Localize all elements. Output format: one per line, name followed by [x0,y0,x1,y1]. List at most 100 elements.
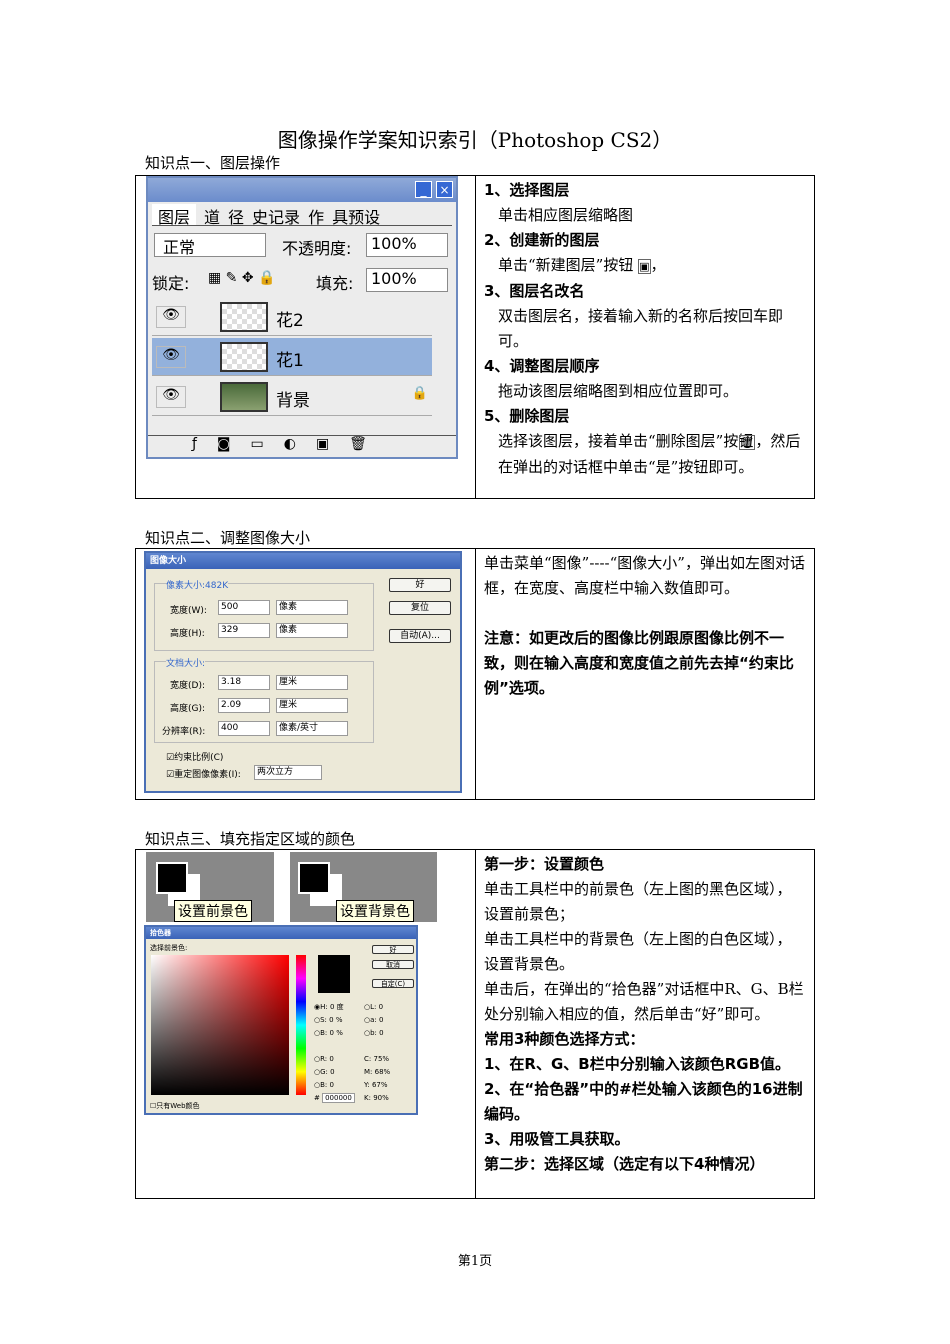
k-value[interactable]: 90 [373,1094,382,1102]
step-heading: 1、选择图层 [484,181,570,199]
lock-icons[interactable]: ▦ ✎ ✥ 🔒 [208,270,275,286]
tab-channels[interactable]: 道 [204,204,220,227]
dialog-title: 拾色器 [146,927,416,939]
fill-label: 填充: [316,274,354,293]
resample-label: 重定图像像素(I): [174,770,241,780]
foreground-swatch[interactable] [156,862,188,894]
step-text: 选择该图层，接着单击“删除图层”按钮🗑，然后在弹出的对话框中单击“是”按钮即可。 [484,429,806,480]
doc-group-label: 文档大小: [166,656,206,669]
opacity-label: 不透明度: [282,239,352,258]
width-input[interactable]: 500 [218,600,270,615]
constrain-label: 约束比例(C) [174,753,224,763]
web-colors-checkbox[interactable]: ☐只有Web颜色 [150,1101,200,1111]
lab-cmyk-fields[interactable]: ○L: 0 ○a: 0 ○b: 0 C: 75% M: 68% Y: 67% K… [364,1001,390,1105]
hue-slider[interactable] [296,955,306,1095]
doc-width-label: 宽度(D): [170,681,205,691]
c-value[interactable]: 75 [373,1055,382,1063]
blend-mode-select[interactable]: 正常 [154,233,266,257]
picker-label: 选择前景色: [150,944,188,952]
h-value[interactable]: 0 [330,1003,334,1011]
height-input[interactable]: 329 [218,623,270,638]
layers-table: _ × 图层 道 径 史记录 作 具预设 正常 不透明度: 100% 锁定: ▦… [135,175,815,499]
y-value[interactable]: 67 [372,1081,381,1089]
background-swatch[interactable] [298,862,330,894]
panel-footer-buttons[interactable]: ƒ◙▭◐▣🗑 [148,435,456,457]
doc-height-label: 高度(G): [170,704,206,714]
eye-icon[interactable]: 👁 [156,386,186,408]
hex-input[interactable]: 000000 [322,1093,355,1103]
resolution-unit-select[interactable]: 像素/英寸 [276,721,348,736]
m-value[interactable]: 68 [375,1068,384,1076]
panel-titlebar: _ × [148,178,456,202]
blue-value[interactable]: 0 [330,1081,334,1089]
color-field[interactable] [151,955,289,1095]
layer-thumbnail[interactable] [220,342,268,372]
layers-panel-cell: _ × 图层 道 径 史记录 作 具预设 正常 不透明度: 100% 锁定: ▦… [135,175,476,499]
layer-name[interactable]: 花2 [276,306,304,331]
eye-icon[interactable]: 👁 [156,346,186,368]
layer-row[interactable]: 👁 花2 [152,298,432,336]
b-value[interactable]: 0 [330,1029,334,1037]
height-unit-select[interactable]: 像素 [276,623,348,638]
custom-button[interactable]: 自定(C) [372,979,414,988]
layers-instructions: 1、选择图层 单击相应图层缩略图 2、创建新的图层 单击“新建图层”按钮 ▣， … [475,175,815,499]
page-number: 第1页 [457,1254,493,1269]
doc-width-unit-select[interactable]: 厘米 [276,675,348,690]
lab-b-value[interactable]: 0 [379,1029,383,1037]
doc-width-input[interactable]: 3.18 [218,675,270,690]
a-value[interactable]: 0 [379,1016,383,1024]
layer-name[interactable]: 背景 [276,386,310,411]
layer-thumbnail[interactable] [220,302,268,332]
step-text: 单击工具栏中的背景色（左上图的白色区域），设置背景色。 [484,930,792,973]
resample-method-select[interactable]: 两次立方 [254,765,322,780]
toolbar-swatch-1: 设置前景色 [146,852,274,922]
method-item: 2、在“拾色器”中的#栏处输入该颜色的16进制编码。 [484,1080,803,1123]
doc-height-input[interactable]: 2.09 [218,698,270,713]
image-size-instructions: 单击菜单“图像”----“图像大小”，弹出如左图对话框，在宽度、高度栏中输入数值… [475,548,815,800]
step-heading: 2、创建新的图层 [484,231,600,249]
deg-unit: 度 [336,1003,344,1011]
doc-height-unit-select[interactable]: 厘米 [276,698,348,713]
minimize-button[interactable]: _ [415,181,432,198]
ok-button[interactable]: 好 [372,945,414,954]
layer-thumbnail[interactable] [220,382,268,412]
pixel-group-label: 像素大小:482K [166,578,229,591]
layer-name[interactable]: 花1 [276,346,304,371]
g-value[interactable]: 0 [330,1068,334,1076]
resolution-input[interactable]: 400 [218,721,270,736]
toolbar-swatch-2: 设置背景色 [290,852,437,922]
s-value[interactable]: 0 [329,1016,333,1024]
tab-history[interactable]: 史记录 [252,204,300,227]
auto-button[interactable]: 自动(A)... [389,629,451,643]
tab-layers[interactable]: 图层 [152,204,197,227]
dialog-title: 图像大小 [146,553,460,569]
step-heading: 常用3种颜色选择方式： [484,1030,645,1048]
layer-row[interactable]: 👁 背景 🔒 [152,378,432,416]
width-unit-select[interactable]: 像素 [276,600,348,615]
trash-icon: 🗑 [739,435,756,450]
r-value[interactable]: 0 [329,1055,333,1063]
step-text-part: 选择该图层，接着单击“删除图层”按钮 [498,432,754,450]
hsb-rgb-fields[interactable]: ◉H: 0 度 ○S: 0 % ○B: 0 % ○R: 0 ○G: 0 ○B: … [314,1001,355,1105]
close-button[interactable]: × [436,181,453,198]
opacity-input[interactable]: 100% [366,233,448,257]
tab-actions[interactable]: 作 [308,204,324,227]
pixel-group [154,583,374,651]
new-layer-icon: ▣ [638,259,651,274]
constrain-checkbox[interactable]: ☑约束比例(C) [166,750,223,763]
tab-paths[interactable]: 径 [228,204,244,227]
step-text: 单击后，在弹出的“拾色器”对话框中R、G、B栏处分别输入相应的值，然后单击“好”… [484,980,804,1023]
ok-button[interactable]: 好 [389,578,451,592]
cancel-button[interactable]: 取消 [372,960,414,969]
layer-row[interactable]: 👁 花1 [152,338,432,376]
resample-checkbox[interactable]: ☑重定图像像素(I): [166,767,241,780]
layers-panel: _ × 图层 道 径 史记录 作 具预设 正常 不透明度: 100% 锁定: ▦… [146,176,458,459]
fill-input[interactable]: 100% [366,268,448,292]
tab-tool-presets[interactable]: 具预设 [332,204,380,227]
step-text: 单击相应图层缩略图 [498,206,634,224]
eye-icon[interactable]: 👁 [156,306,186,328]
section-heading-1: 知识点一、图层操作 [145,154,281,172]
fill-color-table: 设置前景色 设置背景色 拾色器 选择前景色: 好 取消 自定(C) ◉H: 0 … [135,849,815,1199]
reset-button[interactable]: 复位 [389,601,451,615]
l-value[interactable]: 0 [379,1003,383,1011]
